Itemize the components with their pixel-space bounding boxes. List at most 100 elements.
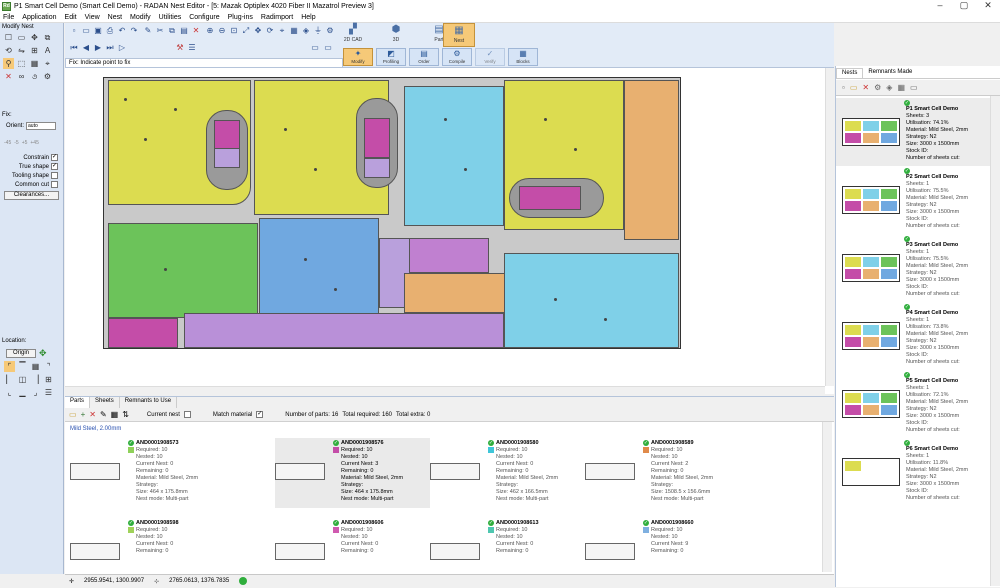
current-nest-checkbox[interactable]	[183, 411, 191, 418]
loc-bottom-left-icon[interactable]: ⌞	[4, 387, 15, 398]
nest-layout-icon[interactable]: ▭	[910, 83, 918, 92]
loc-grid-icon[interactable]: ▦	[30, 361, 41, 372]
canvas-vertical-scrollbar[interactable]	[825, 68, 834, 386]
common-cut-checkbox[interactable]	[51, 181, 58, 188]
mirror-tool-icon[interactable]: ⇋	[16, 45, 27, 56]
measure-icon[interactable]: ⌖	[277, 26, 287, 35]
order-mode-button[interactable]: ▤ Order	[409, 48, 439, 66]
nested-part-green-1[interactable]	[108, 223, 258, 318]
nest-settings-icon[interactable]: ⚙	[874, 83, 881, 92]
nested-part-lavender-1[interactable]	[214, 148, 240, 168]
undo-icon[interactable]: ↶	[117, 26, 127, 35]
nests-scrollbar[interactable]	[990, 96, 1000, 586]
redo-icon[interactable]: ↷	[129, 26, 139, 35]
zoom-fit-icon[interactable]: ⤢	[241, 26, 251, 35]
parts-scrollbar[interactable]	[822, 422, 832, 572]
new-icon[interactable]: ▫	[69, 26, 79, 35]
verify-mode-button[interactable]: ✓ Verify	[475, 48, 505, 66]
menu-application[interactable]: Application	[22, 14, 56, 21]
pen-icon[interactable]: ✎	[143, 26, 153, 35]
menu-configure[interactable]: Configure	[189, 14, 219, 21]
fill-tool-icon[interactable]: ▦	[29, 58, 40, 69]
angle-minus-5[interactable]: -5	[14, 140, 18, 146]
tab-sheets[interactable]: Sheets	[90, 397, 120, 408]
last-sheet-icon[interactable]: ⏭	[105, 43, 115, 52]
tile-horizontal-icon[interactable]: ▭	[310, 43, 320, 52]
edit-part-icon[interactable]: ✎	[100, 410, 107, 419]
copy-tool-icon[interactable]: ⧉	[42, 32, 53, 43]
paste-icon[interactable]: ▤	[179, 26, 189, 35]
link-tool-icon[interactable]: ∞	[16, 71, 27, 82]
nest-item[interactable]: ✓ P5 Smart Cell Demo Sheets: 1 Utilisation:…	[836, 370, 994, 438]
menu-radimport[interactable]: Radimport	[261, 14, 293, 21]
part-card[interactable]: ✓ AND0001908589 Required: 10 Nested: 10 Curr…	[585, 438, 740, 508]
nest-sheet[interactable]	[103, 77, 681, 349]
redraw-icon[interactable]: ⟳	[265, 26, 275, 35]
rotate-tool-icon[interactable]: ⟲	[3, 45, 14, 56]
maximize-icon[interactable]: ▢	[952, 0, 976, 12]
bump-tool-icon[interactable]: ⬚	[16, 58, 27, 69]
tab-nests[interactable]: Nests	[836, 68, 864, 78]
2d-cad-button[interactable]: ▞ 2D CAD	[335, 23, 371, 47]
loc-left-icon[interactable]: ▏	[4, 374, 15, 385]
close-icon[interactable]: ✕	[976, 0, 1000, 12]
nested-part-cyan-2[interactable]	[504, 253, 679, 348]
menu-view[interactable]: View	[85, 14, 100, 21]
save-icon[interactable]: ▣	[93, 26, 103, 35]
clearances-button[interactable]: Clearances...	[4, 191, 59, 200]
spiral-tool-icon[interactable]: ૭	[29, 71, 40, 82]
angle-plus-5[interactable]: +5	[22, 140, 28, 146]
nested-part-magenta-2[interactable]	[364, 118, 390, 158]
nest-item[interactable]: ✓ P3 Smart Cell Demo Sheets: 1 Utilisation:…	[836, 234, 994, 302]
settings-icon[interactable]: ⚙	[325, 26, 335, 35]
tab-remnants-to-use[interactable]: Remnants to Use	[120, 397, 178, 408]
origin-move-icon[interactable]: ✥	[39, 348, 47, 359]
first-sheet-icon[interactable]: ⏮	[69, 43, 79, 52]
origin-button[interactable]: Origin	[6, 349, 36, 358]
window-tool-icon[interactable]: ▭	[16, 32, 27, 43]
menu-help[interactable]: Help	[301, 14, 315, 21]
loc-top-left-icon[interactable]: ⌜	[4, 361, 15, 372]
nested-part-magenta-4[interactable]	[108, 318, 178, 348]
tab-parts[interactable]: Parts	[65, 397, 91, 408]
part-card[interactable]: ✓ AND0001908573 Required: 10 Nested: 10 Curr…	[70, 438, 225, 508]
zoom-in-icon[interactable]: ⊕	[205, 26, 215, 35]
scissors-icon[interactable]: ✂	[155, 26, 165, 35]
part-card[interactable]: ✓ AND0001908580 Required: 10 Nested: 10 Curr…	[430, 438, 585, 508]
nested-part-violet-1[interactable]	[409, 238, 489, 273]
next-sheet-icon[interactable]: ▶	[93, 43, 103, 52]
layers-icon[interactable]: ◈	[301, 26, 311, 35]
modify-mode-button[interactable]: ✦ Modify	[343, 48, 373, 66]
move-tool-icon[interactable]: ✥	[29, 32, 40, 43]
blocks-mode-button[interactable]: ▦ Blocks	[508, 48, 538, 66]
nest-run-icon[interactable]: ◈	[886, 83, 892, 92]
text-tool-icon[interactable]: A	[42, 45, 53, 56]
part-card[interactable]: ✓ AND0001908576 Required: 10 Nested: 10 Curr…	[275, 438, 430, 508]
zoom-out-icon[interactable]: ⊖	[217, 26, 227, 35]
match-material-checkbox[interactable]: ✓	[256, 411, 264, 418]
zoom-window-icon[interactable]: ⊡	[229, 26, 239, 35]
nest-item[interactable]: ✓ P1 Smart Cell Demo Sheets: 3 Utilisation:…	[836, 98, 994, 166]
nest-item[interactable]: ✓ P4 Smart Cell Demo Sheets: 1 Utilisation:…	[836, 302, 994, 370]
grid-icon[interactable]: ▦	[289, 26, 299, 35]
nest-view-icon[interactable]: ▦	[897, 83, 905, 92]
tab-remnants-made[interactable]: Remnants Made	[863, 68, 917, 78]
loc-stack-icon[interactable]: ☰	[43, 387, 54, 398]
nested-part-lavender-2[interactable]	[364, 158, 390, 178]
loc-right-icon[interactable]: ▕	[30, 374, 41, 385]
nest-button[interactable]: ▦ Nest	[443, 23, 475, 47]
prev-sheet-icon[interactable]: ◀	[81, 43, 91, 52]
add-part-icon[interactable]: +	[81, 410, 86, 419]
menu-modify[interactable]: Modify	[130, 14, 151, 21]
orient-select[interactable]: auto	[26, 122, 57, 130]
array-tool-icon[interactable]: ⊞	[29, 45, 40, 56]
true-shape-checkbox[interactable]: ✓	[51, 163, 58, 170]
tool-hammer-icon[interactable]: ⚒	[175, 43, 185, 52]
loc-top-icon[interactable]: ▔	[17, 361, 28, 372]
menu-utilities[interactable]: Utilities	[159, 14, 182, 21]
tile-vertical-icon[interactable]: ▭	[323, 43, 333, 52]
menu-nest[interactable]: Nest	[108, 14, 122, 21]
menu-file[interactable]: File	[3, 14, 14, 21]
profiling-mode-button[interactable]: ◩ Profiling	[376, 48, 406, 66]
nested-part-blue-1[interactable]	[259, 218, 379, 318]
